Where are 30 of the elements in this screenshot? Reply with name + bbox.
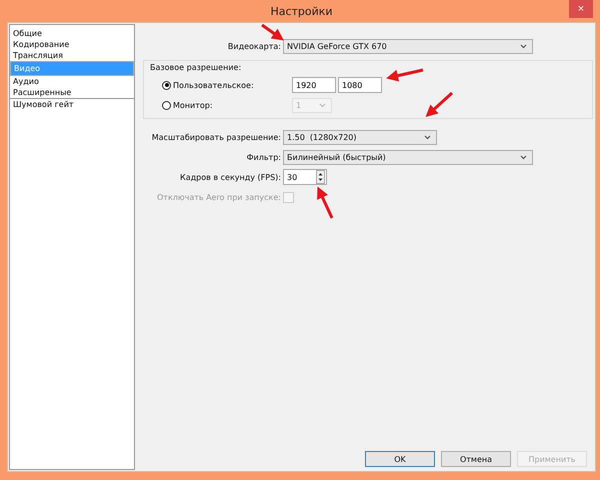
spin-arrows-icon	[316, 170, 325, 184]
resolution-field[interactable]: 1080	[338, 77, 382, 93]
sidebar-item[interactable]: Общие	[10, 28, 134, 39]
caret-icon	[520, 154, 527, 160]
field-label: Масштабировать разрешение:	[150, 132, 281, 142]
sidebar-item[interactable]: Кодирование	[10, 39, 134, 50]
filter-dropdown[interactable]: Билинейный (быстрый)	[283, 150, 533, 164]
sidebar-item[interactable]: Расширенные	[10, 87, 134, 98]
field-label: Видеокарта:	[226, 42, 281, 50]
field-label: Фильтр:	[246, 152, 281, 162]
dialog-button[interactable]: Отмена	[441, 451, 511, 467]
fps-spinbox[interactable]: 30	[283, 169, 327, 185]
group-title: Базовое разрешение:	[150, 63, 242, 74]
sidebar-item[interactable]: Аудио	[10, 76, 134, 87]
field-label: Кадров в секунду (FPS):	[179, 172, 281, 182]
caret-icon	[424, 134, 431, 140]
dialog-button[interactable]: OK	[365, 451, 435, 467]
sidebar-item[interactable]: Шумовой гейт	[10, 98, 134, 110]
radio-label: Пользовательское:	[173, 80, 254, 90]
window-title: Настройки	[270, 4, 333, 18]
radio-label: Монитор:	[173, 100, 213, 110]
resolution-field[interactable]: 1920	[292, 77, 336, 93]
caret-icon	[520, 44, 527, 48]
caret-icon	[319, 102, 326, 108]
scale-dropdown[interactable]: 1.50 (1280x720)	[283, 130, 437, 144]
radio-button[interactable]	[162, 80, 171, 90]
video-card-dropdown[interactable]: NVIDIA GeForce GTX 670	[283, 38, 533, 54]
sidebar-item[interactable]: Трансляция	[10, 50, 134, 61]
close-button[interactable]: ×	[569, 0, 593, 18]
field-label: Отключать Aero при запуске:	[156, 192, 281, 202]
